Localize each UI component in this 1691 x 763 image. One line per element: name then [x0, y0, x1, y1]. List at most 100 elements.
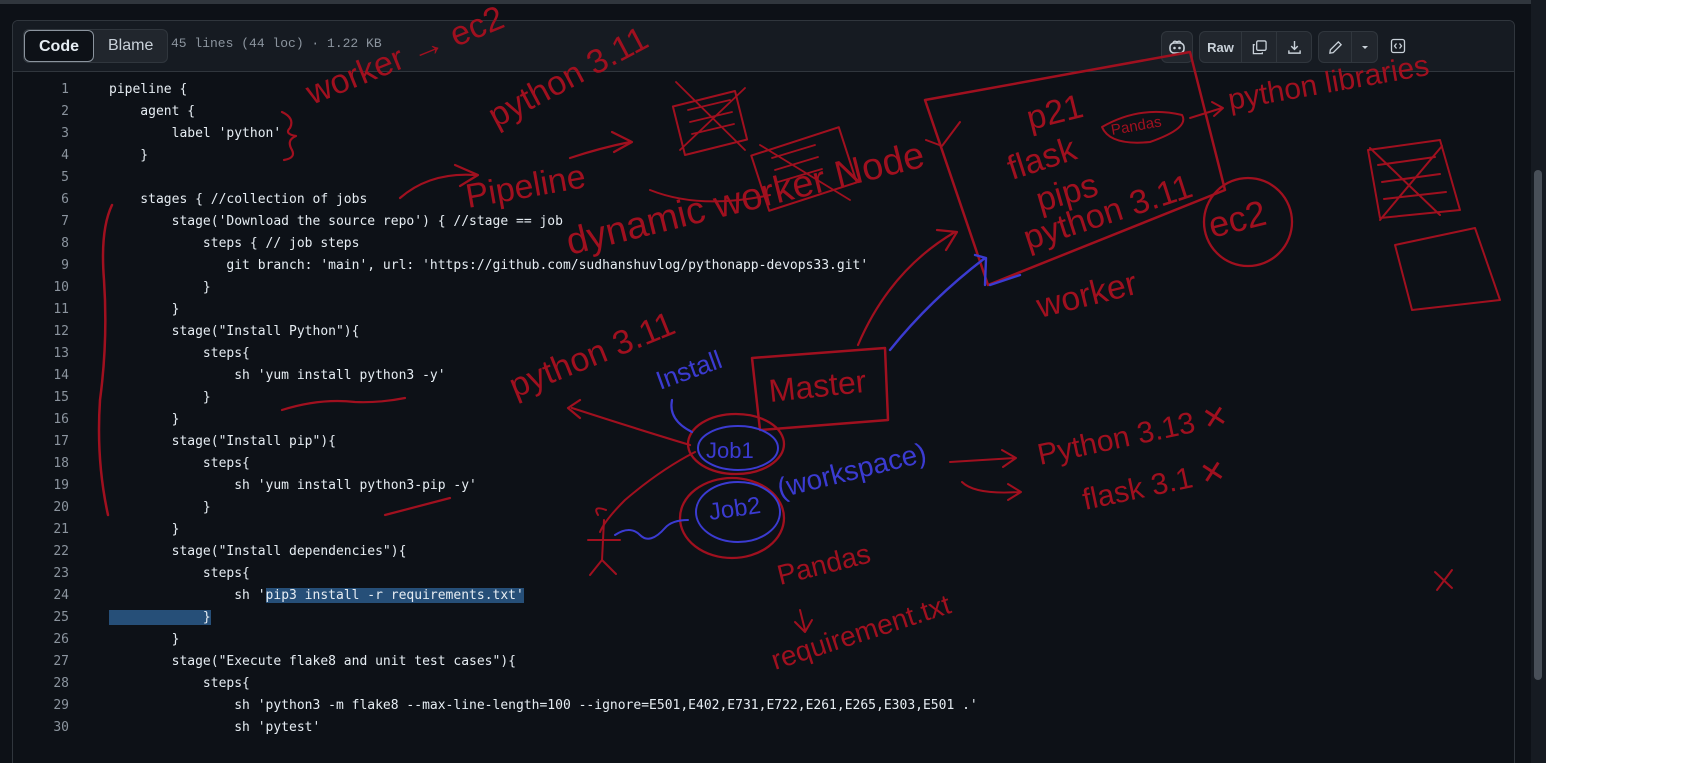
- code-line: 28 steps{: [13, 673, 1514, 695]
- symbols-button[interactable]: [1384, 31, 1412, 61]
- download-button[interactable]: [1277, 32, 1311, 62]
- line-number[interactable]: 27: [13, 651, 69, 673]
- raw-button[interactable]: Raw: [1200, 32, 1242, 62]
- code-text: stage("Install dependencies"){: [109, 544, 407, 559]
- code-text: label 'python': [109, 126, 282, 141]
- line-number[interactable]: 21: [13, 519, 69, 541]
- blame-tab[interactable]: Blame: [94, 30, 167, 62]
- code-text: stage("Execute flake8 and unit test case…: [109, 654, 516, 669]
- line-number[interactable]: 18: [13, 453, 69, 475]
- code-line: 15 }: [13, 387, 1514, 409]
- code-line: 20 }: [13, 497, 1514, 519]
- line-source: }: [109, 497, 211, 519]
- line-number[interactable]: 30: [13, 717, 69, 739]
- view-toggle: Code Blame: [23, 29, 169, 63]
- line-number[interactable]: 29: [13, 695, 69, 717]
- code-line: 9 git branch: 'main', url: 'https://gith…: [13, 255, 1514, 277]
- scrollbar-thumb[interactable]: [1534, 170, 1542, 680]
- code-text: }: [109, 280, 211, 295]
- copilot-button[interactable]: [1161, 31, 1193, 63]
- line-number[interactable]: 20: [13, 497, 69, 519]
- line-number[interactable]: 19: [13, 475, 69, 497]
- line-number[interactable]: 1: [13, 79, 69, 101]
- code-line: 12 stage("Install Python"){: [13, 321, 1514, 343]
- line-number[interactable]: 17: [13, 431, 69, 453]
- code-text: git branch: 'main', url: 'https://github…: [109, 258, 869, 273]
- line-source: sh 'pytest': [109, 717, 320, 739]
- code-line: 1 pipeline {: [13, 79, 1514, 101]
- code-line: 30 sh 'pytest': [13, 717, 1514, 739]
- code-text: stage("Install Python"){: [109, 324, 360, 339]
- line-source: steps{: [109, 343, 250, 365]
- line-source: sh 'yum install python3 -y': [109, 365, 445, 387]
- selected-text: }: [109, 610, 211, 625]
- code-tab[interactable]: Code: [24, 30, 94, 62]
- line-source: }: [109, 519, 180, 541]
- line-number[interactable]: 8: [13, 233, 69, 255]
- line-number[interactable]: 3: [13, 123, 69, 145]
- code-text: pipeline {: [109, 82, 188, 97]
- code-line: 24 sh 'pip3 install -r requirements.txt': [13, 585, 1514, 607]
- code-line: 14 sh 'yum install python3 -y': [13, 365, 1514, 387]
- line-number[interactable]: 14: [13, 365, 69, 387]
- code-line: 21 }: [13, 519, 1514, 541]
- edit-button[interactable]: [1319, 32, 1352, 62]
- line-source: stage('Download the source repo') { //st…: [109, 211, 563, 233]
- code-line: 4 }: [13, 145, 1514, 167]
- line-number[interactable]: 10: [13, 277, 69, 299]
- copy-icon: [1252, 39, 1267, 54]
- line-source: label 'python': [109, 123, 282, 145]
- edit-icon: [1328, 40, 1342, 54]
- line-source: steps{: [109, 453, 250, 475]
- edit-toolbar: [1318, 31, 1378, 63]
- copilot-icon: [1169, 40, 1185, 54]
- copy-button[interactable]: [1242, 32, 1277, 62]
- line-number[interactable]: 26: [13, 629, 69, 651]
- code-line: 3 label 'python': [13, 123, 1514, 145]
- code-line: 6 stages { //collection of jobs: [13, 189, 1514, 211]
- code-text: sh 'pytest': [109, 720, 321, 735]
- line-source: sh 'yum install python3-pip -y': [109, 475, 477, 497]
- line-number[interactable]: 2: [13, 101, 69, 123]
- line-number[interactable]: 9: [13, 255, 69, 277]
- line-source: }: [109, 629, 180, 651]
- line-number[interactable]: 16: [13, 409, 69, 431]
- line-number[interactable]: 22: [13, 541, 69, 563]
- code-text: }: [109, 412, 180, 427]
- line-number[interactable]: 7: [13, 211, 69, 233]
- line-number[interactable]: 6: [13, 189, 69, 211]
- code-text: }: [109, 522, 180, 537]
- line-number[interactable]: 24: [13, 585, 69, 607]
- line-source: steps { // job steps: [109, 233, 360, 255]
- code-text: }: [109, 500, 211, 515]
- code-text: sh ': [109, 588, 266, 603]
- line-number[interactable]: 5: [13, 167, 69, 189]
- line-source: }: [109, 387, 211, 409]
- line-source: stage("Install Python"){: [109, 321, 360, 343]
- line-source: stage("Install pip"){: [109, 431, 336, 453]
- line-number[interactable]: 13: [13, 343, 69, 365]
- code-text: agent {: [109, 104, 196, 119]
- line-number[interactable]: 11: [13, 299, 69, 321]
- line-number[interactable]: 12: [13, 321, 69, 343]
- edit-menu-button[interactable]: [1352, 32, 1377, 62]
- code-text: steps { // job steps: [109, 236, 360, 251]
- code-text: }: [109, 632, 180, 647]
- code-line: 22 stage("Install dependencies"){: [13, 541, 1514, 563]
- code-text: steps{: [109, 676, 250, 691]
- code-text: stages { //collection of jobs: [109, 192, 368, 207]
- line-number[interactable]: 4: [13, 145, 69, 167]
- line-source: }: [109, 607, 211, 629]
- code-line: 19 sh 'yum install python3-pip -y': [13, 475, 1514, 497]
- code-line: 23 steps{: [13, 563, 1514, 585]
- line-source: git branch: 'main', url: 'https://github…: [109, 255, 868, 277]
- line-source: }: [109, 409, 180, 431]
- line-source: }: [109, 145, 148, 167]
- code-line: 26 }: [13, 629, 1514, 651]
- line-number[interactable]: 28: [13, 673, 69, 695]
- line-number[interactable]: 25: [13, 607, 69, 629]
- code-line: 27 stage("Execute flake8 and unit test c…: [13, 651, 1514, 673]
- line-number[interactable]: 15: [13, 387, 69, 409]
- code-line: 8 steps { // job steps: [13, 233, 1514, 255]
- line-number[interactable]: 23: [13, 563, 69, 585]
